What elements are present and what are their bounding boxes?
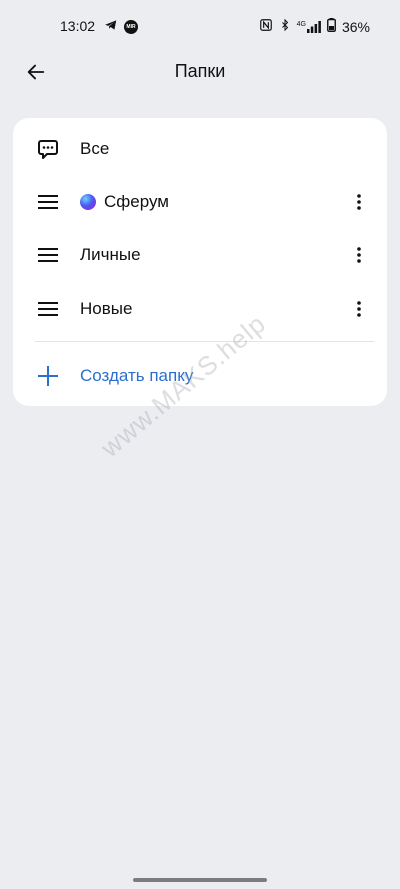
folder-label: Сферум (104, 191, 169, 211)
page-title: Папки (174, 61, 226, 81)
folder-row-all[interactable]: Все (13, 122, 387, 175)
mts-badge-icon: MIR (124, 19, 138, 34)
home-indicator[interactable] (133, 878, 267, 882)
app-header: Папки (0, 52, 400, 92)
folder-label: Новые (80, 298, 133, 318)
folder-row-new[interactable]: Новые (13, 282, 387, 335)
drag-handle-icon[interactable] (35, 242, 61, 268)
signal-4g-icon: 4G (297, 20, 321, 33)
folder-label: Личные (80, 244, 141, 264)
drag-handle-icon[interactable] (35, 189, 61, 215)
nfc-icon (259, 18, 273, 35)
folder-row-personal[interactable]: Личные (13, 228, 387, 281)
telegram-icon (104, 18, 118, 35)
divider (35, 341, 374, 342)
folder-label: Все (80, 138, 110, 158)
more-vert-icon[interactable] (349, 189, 369, 215)
status-right-icons: 4G 36% (259, 18, 370, 35)
status-time: 13:02 (60, 18, 96, 34)
drag-handle-icon[interactable] (35, 296, 61, 322)
battery-icon (327, 18, 336, 35)
bluetooth-icon (279, 18, 291, 35)
chat-icon (35, 136, 61, 162)
sferum-logo (80, 193, 96, 210)
more-vert-icon[interactable] (349, 242, 369, 268)
folder-row-sferum[interactable]: Сферум (13, 175, 387, 228)
status-left-icons: MIR (104, 18, 138, 35)
more-vert-icon[interactable] (349, 296, 369, 322)
status-bar: 13:02 MIR 4G 36% (0, 0, 400, 52)
plus-icon (35, 363, 61, 389)
screen: 13:02 MIR 4G 36% Папки Все Сферум Личные… (0, 0, 400, 889)
battery-percent: 36% (341, 18, 370, 35)
